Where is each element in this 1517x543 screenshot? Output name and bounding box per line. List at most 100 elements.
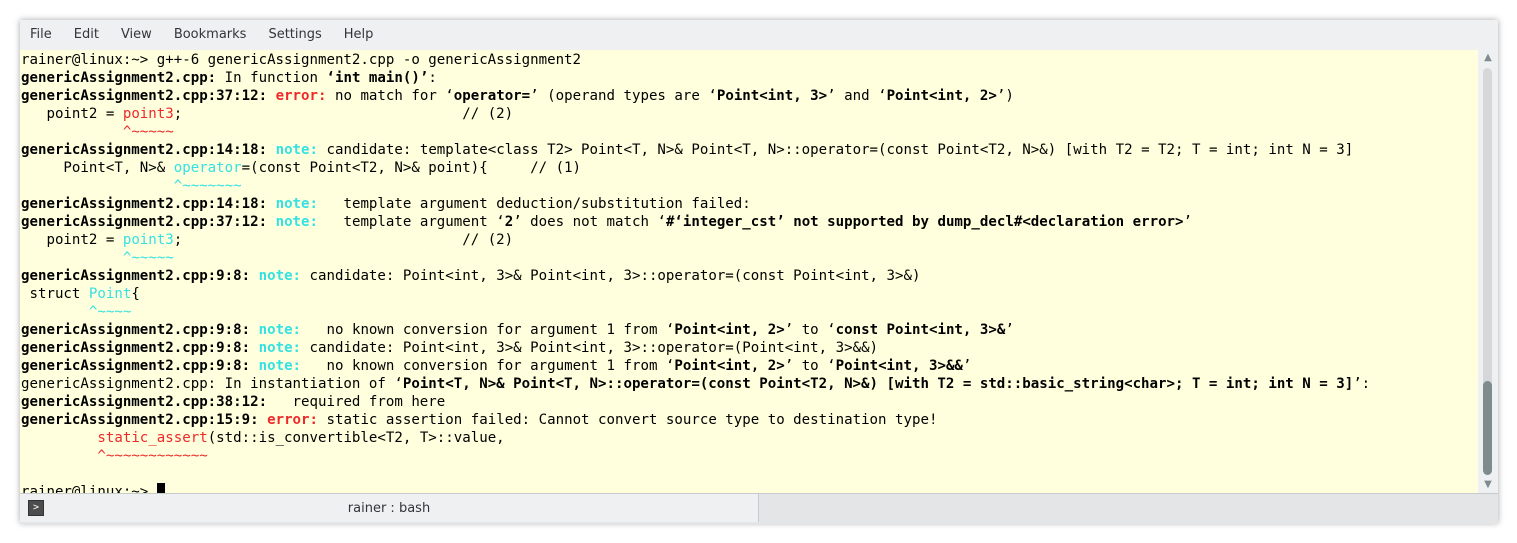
terminal-text: note:	[275, 214, 319, 230]
scroll-track[interactable]	[1483, 68, 1492, 475]
terminal-text: genericAssignment2.cpp:14:18:	[21, 196, 268, 212]
terminal-text: required from here	[267, 394, 446, 410]
terminal-text: Point<int, 2>	[674, 358, 785, 374]
menu-bar: File Edit View Bookmarks Settings Help	[20, 20, 1498, 50]
terminal-text: ; // (2)	[173, 106, 514, 122]
terminal-text: (std::is_convertible<T2, T>::value,	[207, 430, 505, 446]
terminal-text: genericAssignment2.cpp:38:12:	[21, 394, 268, 410]
terminal-line: static_assert(std::is_convertible<T2, T>…	[20, 429, 1478, 447]
terminal-text: candidate: template<class T2> Point<T, N…	[318, 142, 1354, 158]
terminal-text: genericAssignment2.cpp: In instantiation…	[21, 376, 403, 392]
terminal-text: error:	[275, 88, 327, 104]
terminal-text: operator=	[453, 88, 531, 104]
terminal-text: note:	[275, 196, 319, 212]
terminal-text: =(const Point<T2, N>& point){ // (1)	[241, 160, 582, 176]
terminal-text: genericAssignment2.cpp:9:8:	[21, 322, 251, 338]
terminal-text: Point<int, 2>	[886, 88, 997, 104]
scrollbar[interactable]: ▲ ▼	[1478, 50, 1498, 493]
terminal-line: rainer@linux:~> g++-6 genericAssignment2…	[20, 51, 1478, 69]
terminal-text: ’:	[1353, 376, 1371, 392]
terminal-line: genericAssignment2.cpp:9:8: note: candid…	[20, 267, 1478, 285]
terminal-text: Point<T, N>& Point<T, N>::operator=(cons…	[402, 376, 1354, 392]
terminal-text: note:	[258, 322, 302, 338]
menu-file[interactable]: File	[20, 20, 63, 50]
terminal-text: const Point<int, 3>&	[835, 322, 1006, 338]
terminal-text: ’	[1183, 214, 1193, 230]
terminal-text: ‘int main()’	[326, 70, 429, 86]
terminal-line: ^~~~~	[20, 303, 1478, 321]
terminal-text: Point	[88, 286, 132, 302]
terminal-text: point3	[122, 232, 174, 248]
terminal-text: no known conversion for argument 1 from …	[301, 358, 675, 374]
terminal-line: genericAssignment2.cpp:38:12: required f…	[20, 393, 1478, 411]
terminal-line: genericAssignment2.cpp: In instantiation…	[20, 375, 1478, 393]
terminal-text: note:	[258, 268, 302, 284]
terminal-line: ^~~~~~~~	[20, 177, 1478, 195]
terminal-line: genericAssignment2.cpp:9:8: note: candid…	[20, 339, 1478, 357]
terminal-text: note:	[275, 142, 319, 158]
terminal-text: ’ and ‘	[827, 88, 887, 104]
terminal-text: no match for ‘	[326, 88, 454, 104]
terminal-text: Point<int, 3>&&	[835, 358, 963, 374]
tab-bash[interactable]: > rainer : bash	[20, 494, 759, 522]
terminal-line: genericAssignment2.cpp: In function ‘int…	[20, 69, 1478, 87]
terminal-text: genericAssignment2.cpp:15:9:	[21, 412, 259, 428]
terminal-text: Point<T, N>&	[21, 160, 174, 176]
terminal-text: template argument ‘	[318, 214, 505, 230]
terminal-text: operator	[173, 160, 242, 176]
terminal-line: ^~~~~~~~~~~~~	[20, 447, 1478, 465]
terminal-text: ’	[962, 358, 972, 374]
terminal-text: note:	[258, 358, 302, 374]
terminal-line: genericAssignment2.cpp:37:12: error: no …	[20, 87, 1478, 105]
terminal-line: genericAssignment2.cpp:15:9: error: stat…	[20, 411, 1478, 429]
menu-bookmarks[interactable]: Bookmarks	[163, 20, 258, 50]
menu-edit[interactable]: Edit	[63, 20, 110, 50]
scroll-down-arrow-icon[interactable]: ▼	[1478, 477, 1498, 493]
terminal-text: :	[428, 70, 437, 86]
terminal-text: genericAssignment2.cpp:37:12:	[21, 88, 268, 104]
terminal-line: genericAssignment2.cpp:9:8: note: no kno…	[20, 357, 1478, 375]
terminal-text: ^~~~~~	[122, 124, 174, 140]
text-cursor	[156, 483, 165, 493]
terminal-text: rainer@linux:~> g++-6 genericAssignment2…	[21, 52, 582, 68]
terminal-line: genericAssignment2.cpp:14:18: note: temp…	[20, 195, 1478, 213]
terminal-text: rainer@linux:~>	[21, 484, 157, 493]
terminal-output[interactable]: rainer@linux:~> g++-6 genericAssignment2…	[20, 50, 1478, 493]
terminal-text: ’ does not match ‘	[513, 214, 666, 230]
menu-settings[interactable]: Settings	[257, 20, 332, 50]
scroll-up-arrow-icon[interactable]: ▲	[1478, 50, 1498, 66]
terminal-text: point2 =	[21, 106, 123, 122]
terminal-text: In function	[216, 70, 327, 86]
terminal-line: genericAssignment2.cpp:37:12: note: temp…	[20, 213, 1478, 231]
terminal-text: candidate: Point<int, 3>& Point<int, 3>:…	[301, 340, 879, 356]
terminal-text: ’	[1005, 322, 1014, 338]
menu-help[interactable]: Help	[333, 20, 385, 50]
terminal-line: rainer@linux:~>	[20, 483, 1478, 493]
konsole-window: File Edit View Bookmarks Settings Help r…	[20, 20, 1498, 524]
terminal-text: 2	[504, 214, 514, 230]
terminal-text: {	[131, 286, 140, 302]
terminal-text: error:	[267, 412, 319, 428]
terminal-text: ^~~~~	[88, 304, 132, 320]
terminal-text: ^~~~~~~~~~~~~	[97, 448, 208, 464]
terminal-text: struct	[21, 286, 89, 302]
menu-view[interactable]: View	[110, 20, 163, 50]
scroll-thumb[interactable]	[1483, 381, 1492, 475]
terminal-text: ’ (operand types are ‘	[530, 88, 717, 104]
terminal-text: note:	[258, 340, 302, 356]
terminal-text: template argument deduction/substitution…	[318, 196, 751, 212]
terminal-text: no known conversion for argument 1 from …	[301, 322, 675, 338]
terminal-line: genericAssignment2.cpp:14:18: note: cand…	[20, 141, 1478, 159]
terminal-text: ^~~~~~	[122, 250, 174, 266]
terminal-lines: rainer@linux:~> g++-6 genericAssignment2…	[20, 50, 1478, 493]
